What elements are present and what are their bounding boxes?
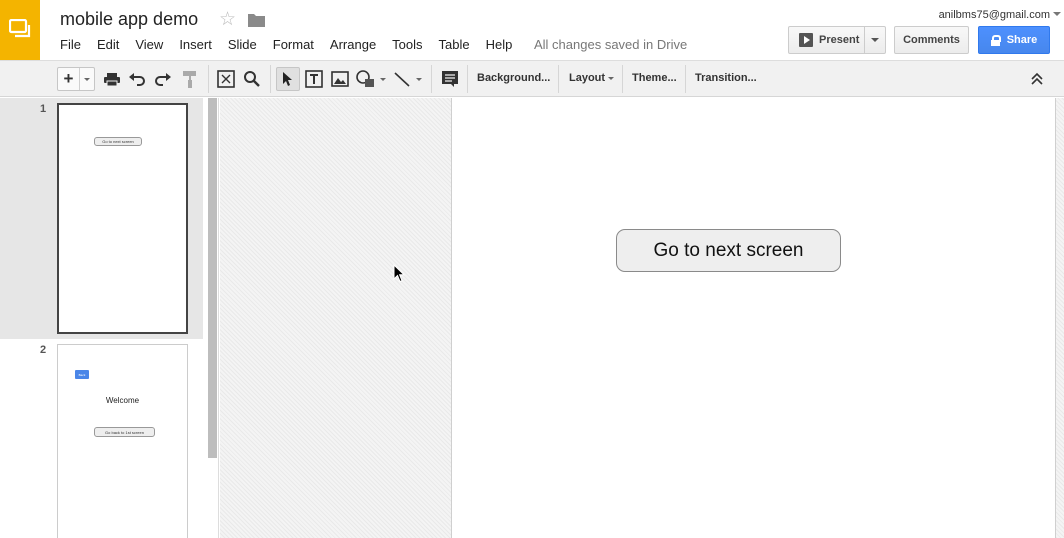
toolbar-separator bbox=[431, 65, 432, 93]
menu-tools[interactable]: Tools bbox=[392, 37, 422, 53]
toolbar-separator bbox=[558, 65, 559, 93]
current-slide[interactable] bbox=[451, 98, 1056, 538]
folder-icon[interactable] bbox=[248, 13, 265, 27]
thumb-welcome-heading: Welcome bbox=[105, 396, 140, 405]
select-tool-button[interactable] bbox=[276, 67, 300, 91]
filmstrip-scrollbar[interactable] bbox=[208, 98, 217, 458]
menu-slide[interactable]: Slide bbox=[228, 37, 257, 53]
thumb-go-back-button: Go back to 1st screen bbox=[94, 427, 155, 437]
share-button[interactable]: Share bbox=[978, 26, 1050, 54]
line-icon[interactable] bbox=[392, 67, 412, 91]
toolbar-separator bbox=[467, 65, 468, 93]
transition-button[interactable]: Transition... bbox=[695, 72, 757, 84]
image-icon[interactable] bbox=[331, 67, 349, 91]
line-dropdown[interactable] bbox=[415, 67, 423, 91]
share-label: Share bbox=[1006, 34, 1038, 46]
account-caret-icon[interactable] bbox=[1053, 12, 1061, 16]
slides-logo[interactable] bbox=[0, 0, 40, 60]
redo-icon[interactable] bbox=[154, 67, 172, 91]
thumb-back-button: Back bbox=[75, 370, 89, 379]
background-button[interactable]: Background... bbox=[477, 72, 550, 84]
chevron-down-icon bbox=[84, 77, 90, 81]
save-status[interactable]: All changes saved in Drive bbox=[534, 37, 687, 52]
slide-filmstrip: 1 Go to next screen 2 Back Welcome Go ba… bbox=[0, 98, 219, 538]
present-dropdown[interactable] bbox=[865, 38, 885, 42]
menu-file[interactable]: File bbox=[60, 37, 81, 53]
toolbar: + Background... Layout Theme... Transiti… bbox=[0, 60, 1064, 97]
toolbar-separator bbox=[270, 65, 271, 93]
new-slide-dropdown[interactable] bbox=[80, 77, 94, 81]
shape-icon[interactable] bbox=[354, 67, 378, 91]
chevron-down-icon bbox=[416, 77, 422, 81]
slide-number: 1 bbox=[40, 103, 47, 115]
mouse-cursor-icon bbox=[393, 264, 405, 283]
shape-dropdown[interactable] bbox=[379, 67, 387, 91]
text-box-icon[interactable] bbox=[304, 67, 324, 91]
star-icon[interactable]: ☆ bbox=[219, 8, 236, 31]
menu-edit[interactable]: Edit bbox=[97, 37, 119, 53]
menu-help[interactable]: Help bbox=[486, 37, 513, 53]
menu-bar: File Edit View Insert Slide Format Arran… bbox=[60, 37, 528, 53]
chevron-down-icon bbox=[608, 76, 615, 80]
zoom-fit-icon[interactable] bbox=[216, 67, 236, 91]
chevron-down-icon bbox=[380, 77, 386, 81]
zoom-icon[interactable] bbox=[243, 67, 261, 91]
slide-number: 2 bbox=[40, 344, 47, 356]
present-main[interactable]: Present bbox=[789, 27, 865, 53]
comments-button[interactable]: Comments bbox=[894, 26, 969, 54]
chevron-down-icon bbox=[871, 38, 879, 42]
menu-insert[interactable]: Insert bbox=[179, 37, 212, 53]
lock-icon bbox=[990, 35, 1001, 46]
thumb-next-button: Go to next screen bbox=[94, 137, 142, 146]
app-header: mobile app demo ☆ File Edit View Insert … bbox=[0, 0, 1064, 60]
toolbar-separator bbox=[208, 65, 209, 93]
plus-icon: + bbox=[58, 68, 80, 90]
document-title[interactable]: mobile app demo bbox=[60, 9, 198, 30]
theme-button[interactable]: Theme... bbox=[632, 72, 677, 84]
menu-view[interactable]: View bbox=[135, 37, 163, 53]
collapse-toolbar-icon[interactable] bbox=[1030, 67, 1044, 91]
comment-icon[interactable] bbox=[440, 67, 460, 91]
print-icon[interactable] bbox=[103, 67, 121, 91]
paint-format-icon[interactable] bbox=[181, 67, 199, 91]
menu-table[interactable]: Table bbox=[439, 37, 470, 53]
present-label: Present bbox=[819, 34, 860, 46]
undo-icon[interactable] bbox=[128, 67, 146, 91]
play-icon bbox=[799, 33, 813, 47]
new-slide-button[interactable]: + bbox=[57, 67, 95, 91]
slide-thumbnail-2[interactable]: Back Welcome Go back to 1st screen bbox=[57, 344, 188, 538]
menu-arrange[interactable]: Arrange bbox=[330, 37, 376, 53]
slide-thumbnail-1[interactable]: Go to next screen bbox=[57, 103, 188, 334]
toolbar-separator bbox=[685, 65, 686, 93]
select-cursor-icon bbox=[283, 72, 292, 86]
go-to-next-screen-button[interactable]: Go to next screen bbox=[616, 229, 841, 272]
slides-logo-icon bbox=[9, 19, 31, 38]
menu-format[interactable]: Format bbox=[273, 37, 314, 53]
toolbar-separator bbox=[622, 65, 623, 93]
account-email[interactable]: anilbms75@gmail.com bbox=[939, 9, 1050, 21]
present-button[interactable]: Present bbox=[788, 26, 886, 54]
layout-label: Layout bbox=[569, 72, 606, 84]
layout-button[interactable]: Layout bbox=[569, 72, 615, 84]
